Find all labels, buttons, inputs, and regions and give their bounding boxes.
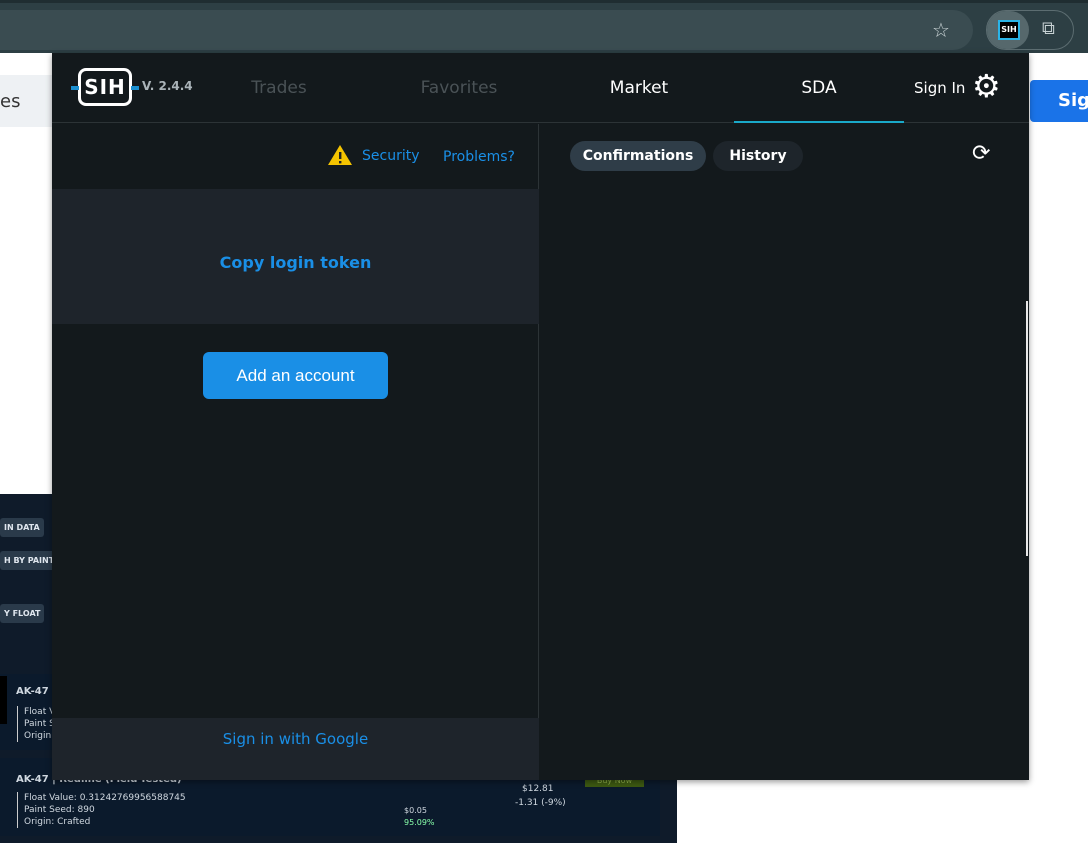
version-label: V. 2.4.4 [142, 79, 193, 93]
price-change: -1.31 (-9%) [515, 798, 566, 808]
tab-market[interactable]: Market [574, 53, 704, 123]
extensions-puzzle-icon[interactable]: ⧉ [1042, 18, 1055, 39]
warning-icon [327, 144, 353, 166]
sticker-pct: 95.09% [404, 818, 435, 827]
paint-seed: Paint Seed: 890 [24, 805, 95, 815]
address-bar[interactable] [0, 10, 973, 50]
origin: Origin: [24, 731, 55, 741]
tab-trades[interactable]: Trades [229, 53, 329, 123]
security-link[interactable]: Security [362, 148, 420, 164]
tab-favorites[interactable]: Favorites [409, 53, 509, 123]
sih-popup: SIH V. 2.4.4 Trades Favorites Market SDA… [52, 53, 1029, 780]
gear-icon[interactable]: ⚙ [972, 67, 1001, 105]
background-tab-text: es [0, 75, 52, 127]
login-token-panel: Copy login token [52, 189, 539, 324]
popup-header: SIH V. 2.4.4 Trades Favorites Market SDA… [52, 53, 1029, 123]
sign-in-google-link[interactable]: Sign in with Google [223, 730, 368, 748]
refresh-icon[interactable]: ⟳ [972, 141, 990, 166]
float-value: Float Value: 0.31242769956588745 [24, 793, 186, 803]
sih-extension-icon[interactable]: SIH [998, 20, 1020, 40]
sda-left-pane: Security Problems? Copy login token Add … [52, 124, 539, 780]
scrollbar[interactable] [1026, 301, 1028, 556]
sign-in-link[interactable]: Sign In [914, 79, 965, 97]
background-signin-button[interactable]: Sign [1030, 80, 1088, 122]
copy-login-token-link[interactable]: Copy login token [52, 253, 539, 272]
price: $12.81 [522, 784, 554, 794]
float-value: Float V [24, 707, 56, 717]
origin: Origin: Crafted [24, 817, 91, 827]
paint-seed: Paint S [24, 719, 55, 729]
chip[interactable]: IN DATA [0, 518, 44, 537]
bookmark-star-icon[interactable]: ☆ [932, 18, 950, 42]
google-signin-footer: Sign in with Google [52, 718, 539, 780]
add-account-button[interactable]: Add an account [203, 352, 388, 399]
tab-history[interactable]: History [713, 141, 803, 171]
problems-link[interactable]: Problems? [443, 149, 515, 165]
chip[interactable]: Y FLOAT [0, 604, 45, 623]
tab-confirmations[interactable]: Confirmations [570, 141, 706, 171]
sticker-price: $0.05 [404, 806, 427, 815]
sih-logo: SIH [71, 68, 139, 106]
tab-sda[interactable]: SDA [734, 53, 904, 123]
